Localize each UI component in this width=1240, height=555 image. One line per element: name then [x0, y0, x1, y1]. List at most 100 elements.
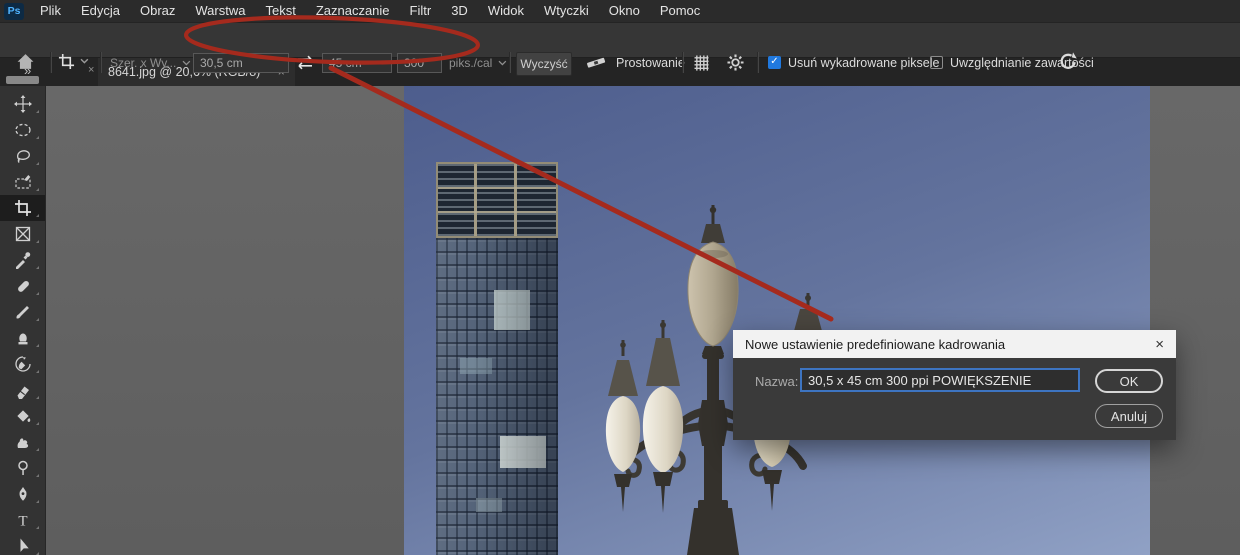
lasso-tool[interactable] [0, 143, 45, 169]
eraser-tool-icon [14, 381, 32, 399]
spot-healing-brush-tool[interactable] [0, 273, 45, 299]
crop-tool-icon [14, 199, 32, 217]
crop-ratio-preset-dropdown[interactable]: Szer. x Wy... [110, 53, 191, 73]
paint-bucket-tool-icon [14, 407, 32, 425]
crop-width-input[interactable] [193, 53, 289, 73]
crop-ratio-preset-label: Szer. x Wy... [110, 56, 176, 70]
menu-okno[interactable]: Okno [599, 0, 650, 22]
menu-zaznaczanie[interactable]: Zaznaczanie [306, 0, 400, 22]
eyedropper-tool[interactable] [0, 247, 45, 273]
menu-warstwa[interactable]: Warstwa [185, 0, 255, 22]
dodge-tool-icon [14, 459, 32, 477]
delete-cropped-pixels-checkbox[interactable]: ✓ [768, 56, 781, 69]
menu-bar: Ps Plik Edycja Obraz Warstwa Tekst Zazna… [0, 0, 1240, 22]
main-content: T [0, 86, 1240, 555]
clone-stamp-tool[interactable] [0, 325, 45, 351]
gear-icon [726, 53, 745, 72]
menu-pomoc[interactable]: Pomoc [650, 0, 710, 22]
crop-tool-options-button[interactable] [58, 53, 89, 70]
clone-stamp-tool-icon [14, 329, 32, 347]
photoshop-window: Ps Plik Edycja Obraz Warstwa Tekst Zazna… [0, 0, 1240, 555]
brush-tool[interactable] [0, 299, 45, 325]
move-tool-icon [14, 95, 32, 113]
pen-tool[interactable] [0, 481, 45, 507]
eraser-tool[interactable] [0, 377, 45, 403]
skyscraper-crown [436, 162, 558, 238]
menu-plik[interactable]: Plik [30, 0, 71, 22]
preset-name-input[interactable] [800, 368, 1080, 392]
smudge-tool-icon [14, 433, 32, 451]
straighten-button[interactable] [585, 53, 607, 72]
history-brush-tool[interactable] [0, 351, 45, 377]
paint-bucket-tool[interactable] [0, 403, 45, 429]
pen-tool-icon [14, 485, 32, 503]
dialog-title: Nowe ustawienie predefiniowane kadrowani… [745, 337, 1005, 352]
clear-button[interactable]: Wyczyść [516, 52, 572, 76]
crop-height-input[interactable] [322, 53, 392, 73]
resolution-unit-label: piks./cal [449, 56, 492, 70]
tab-strip-scroll-thumb[interactable] [6, 76, 39, 84]
chevron-down-icon [80, 58, 89, 65]
dialog-close-icon[interactable]: × [1155, 337, 1164, 352]
history-brush-tool-icon [14, 355, 32, 373]
dialog-body: Nazwa: OK Anuluj [733, 358, 1176, 440]
menu-tekst[interactable]: Tekst [255, 0, 305, 22]
swap-width-height-button[interactable] [294, 54, 316, 71]
crop-resolution-input[interactable] [397, 53, 442, 73]
new-crop-preset-dialog: Nowe ustawienie predefiniowane kadrowani… [733, 330, 1176, 440]
swap-arrows-icon [294, 54, 316, 71]
crop-icon [58, 53, 75, 70]
skyscraper-body [436, 238, 558, 555]
preset-name-label: Nazwa: [755, 374, 798, 389]
frame-tool-icon [14, 225, 32, 243]
menu-3d[interactable]: 3D [441, 0, 478, 22]
type-tool-icon: T [14, 511, 32, 529]
resolution-unit-dropdown[interactable]: piks./cal [449, 53, 507, 73]
reset-icon [1058, 51, 1079, 72]
overlay-options-button[interactable] [691, 52, 712, 73]
cancel-button[interactable]: Anuluj [1095, 404, 1163, 428]
menu-wtyczki[interactable]: Wtyczki [534, 0, 599, 22]
skyscraper-illustration [436, 162, 558, 555]
separator [50, 52, 51, 73]
crop-tool[interactable] [0, 195, 45, 221]
reset-tool-button[interactable] [1058, 51, 1079, 72]
path-selection-tool-icon [14, 537, 32, 555]
eyedropper-tool-icon [14, 251, 32, 269]
elliptical-marquee-tool-icon [14, 121, 32, 139]
path-selection-tool[interactable] [0, 533, 45, 555]
svg-text:T: T [18, 514, 27, 530]
grid-overlay-icon [691, 52, 712, 73]
separator [682, 52, 683, 73]
dialog-title-bar[interactable]: Nowe ustawienie predefiniowane kadrowani… [733, 330, 1176, 358]
photoshop-logo-icon: Ps [4, 3, 24, 20]
menu-widok[interactable]: Widok [478, 0, 534, 22]
delete-cropped-pixels-label: Usuń wykadrowane piksele [788, 56, 939, 70]
move-tool[interactable] [0, 91, 45, 117]
object-selection-tool[interactable] [0, 169, 45, 195]
options-bar: Szer. x Wy... piks./cal Wyczyść [0, 22, 1240, 58]
home-button[interactable] [16, 52, 35, 71]
ok-button[interactable]: OK [1095, 369, 1163, 393]
type-tool[interactable]: T [0, 507, 45, 533]
canvas-workspace [46, 86, 1240, 555]
dodge-tool[interactable] [0, 455, 45, 481]
brush-tool-icon [14, 303, 32, 321]
crop-settings-button[interactable] [726, 53, 745, 72]
separator [757, 52, 758, 73]
content-aware-checkbox[interactable]: ✓ [930, 56, 943, 69]
elliptical-marquee-tool[interactable] [0, 117, 45, 143]
smudge-tool[interactable] [0, 429, 45, 455]
document-canvas[interactable] [404, 86, 1150, 555]
object-selection-tool-icon [14, 173, 32, 191]
menu-edycja[interactable]: Edycja [71, 0, 130, 22]
separator [509, 52, 510, 73]
frame-tool[interactable] [0, 221, 45, 247]
tools-panel: T [0, 86, 46, 555]
chevron-down-icon [182, 60, 191, 67]
lasso-tool-icon [14, 147, 32, 165]
home-icon [16, 52, 35, 71]
menu-obraz[interactable]: Obraz [130, 0, 185, 22]
straighten-label: Prostowanie [616, 56, 685, 70]
menu-filtr[interactable]: Filtr [400, 0, 442, 22]
